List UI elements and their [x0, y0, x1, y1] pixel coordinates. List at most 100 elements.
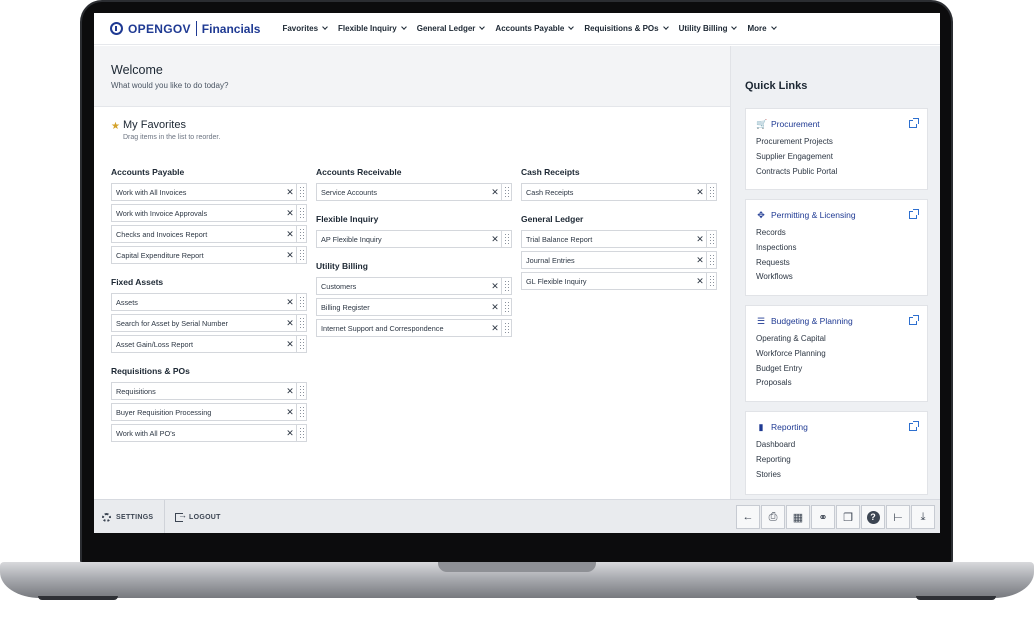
- favorite-item[interactable]: Journal Entries ✕: [521, 251, 717, 269]
- favorite-item[interactable]: Asset Gain/Loss Report ✕: [111, 335, 307, 353]
- drag-handle-icon[interactable]: [296, 184, 306, 200]
- quick-link[interactable]: Proposals: [746, 376, 927, 391]
- nav-item-1[interactable]: Flexible Inquiry: [338, 24, 407, 33]
- remove-favorite-icon[interactable]: ✕: [489, 281, 501, 291]
- cart-icon: 🛒: [756, 119, 768, 129]
- quick-link[interactable]: Contracts Public Portal: [746, 165, 927, 180]
- nav-item-0[interactable]: Favorites: [282, 24, 328, 33]
- drag-handle-icon[interactable]: [296, 315, 306, 331]
- quick-link[interactable]: Operating & Capital: [746, 332, 927, 347]
- quick-link-card-header[interactable]: 🛒 Procurement: [746, 115, 927, 133]
- remove-favorite-icon[interactable]: ✕: [284, 407, 296, 417]
- nav-item-label: Requisitions & POs: [584, 24, 659, 33]
- drag-handle-icon[interactable]: [296, 336, 306, 352]
- drag-handle-icon[interactable]: [501, 231, 511, 247]
- favorite-item[interactable]: Work with All Invoices ✕: [111, 183, 307, 201]
- favorite-item[interactable]: Buyer Requisition Processing ✕: [111, 403, 307, 421]
- favorite-item[interactable]: Assets ✕: [111, 293, 307, 311]
- nav-item-3[interactable]: Accounts Payable: [495, 24, 575, 33]
- drag-handle-icon[interactable]: [296, 404, 306, 420]
- favorite-item[interactable]: GL Flexible Inquiry ✕: [521, 272, 717, 290]
- remove-favorite-icon[interactable]: ✕: [489, 187, 501, 197]
- drag-handle-icon[interactable]: [501, 184, 511, 200]
- copy-button[interactable]: ❐: [836, 505, 860, 529]
- favorite-item[interactable]: Capital Expenditure Report ✕: [111, 246, 307, 264]
- remove-favorite-icon[interactable]: ✕: [284, 250, 296, 260]
- favorite-item[interactable]: Service Accounts ✕: [316, 183, 512, 201]
- remove-favorite-icon[interactable]: ✕: [694, 255, 706, 265]
- remove-favorite-icon[interactable]: ✕: [284, 208, 296, 218]
- nav-item-4[interactable]: Requisitions & POs: [584, 24, 669, 33]
- remove-favorite-icon[interactable]: ✕: [284, 386, 296, 396]
- nav-item-6[interactable]: More: [747, 24, 777, 33]
- drag-handle-icon[interactable]: [296, 247, 306, 263]
- favorite-item[interactable]: Billing Register ✕: [316, 298, 512, 316]
- nav-item-2[interactable]: General Ledger: [417, 24, 486, 33]
- remove-favorite-icon[interactable]: ✕: [694, 187, 706, 197]
- download-button[interactable]: ⤓: [911, 505, 935, 529]
- settings-button[interactable]: SETTINGS: [102, 500, 153, 533]
- favorite-item[interactable]: Cash Receipts ✕: [521, 183, 717, 201]
- quick-link[interactable]: Requests: [746, 256, 927, 271]
- remove-favorite-icon[interactable]: ✕: [284, 318, 296, 328]
- quick-link[interactable]: Dashboard: [746, 438, 927, 453]
- remove-favorite-icon[interactable]: ✕: [284, 229, 296, 239]
- drag-handle-icon[interactable]: [296, 425, 306, 441]
- nav-item-5[interactable]: Utility Billing: [679, 24, 738, 33]
- brand-logo[interactable]: OPENGOV Financials: [110, 21, 260, 36]
- back-button[interactable]: ←: [736, 505, 760, 529]
- drag-handle-icon[interactable]: [296, 205, 306, 221]
- quick-link[interactable]: Reporting: [746, 453, 927, 468]
- favorite-item[interactable]: Checks and Invoices Report ✕: [111, 225, 307, 243]
- quick-link[interactable]: Supplier Engagement: [746, 150, 927, 165]
- quick-link[interactable]: Inspections: [746, 241, 927, 256]
- favorite-item[interactable]: Search for Asset by Serial Number ✕: [111, 314, 307, 332]
- favorite-item[interactable]: Trial Balance Report ✕: [521, 230, 717, 248]
- external-link-icon[interactable]: [909, 209, 919, 219]
- drag-handle-icon[interactable]: [296, 294, 306, 310]
- drag-handle-icon[interactable]: [501, 299, 511, 315]
- quick-link[interactable]: Workflows: [746, 270, 927, 285]
- favorite-item[interactable]: AP Flexible Inquiry ✕: [316, 230, 512, 248]
- quick-link[interactable]: Procurement Projects: [746, 135, 927, 150]
- favorite-item[interactable]: Work with All PO's ✕: [111, 424, 307, 442]
- drag-handle-icon[interactable]: [296, 383, 306, 399]
- favorite-item[interactable]: Customers ✕: [316, 277, 512, 295]
- drag-handle-icon[interactable]: [501, 320, 511, 336]
- settings-label: SETTINGS: [116, 513, 154, 521]
- favorite-item[interactable]: Work with Invoice Approvals ✕: [111, 204, 307, 222]
- remove-favorite-icon[interactable]: ✕: [489, 323, 501, 333]
- drag-handle-icon[interactable]: [501, 278, 511, 294]
- print-button[interactable]: ⎙: [761, 505, 785, 529]
- quick-link-card-header[interactable]: ▮ Reporting: [746, 418, 927, 436]
- remove-favorite-icon[interactable]: ✕: [284, 339, 296, 349]
- drag-handle-icon[interactable]: [706, 184, 716, 200]
- drag-handle-icon[interactable]: [706, 231, 716, 247]
- drag-handle-icon[interactable]: [706, 252, 716, 268]
- binoculars-button[interactable]: ⚭: [811, 505, 835, 529]
- external-link-icon[interactable]: [909, 421, 919, 431]
- favorite-item[interactable]: Internet Support and Correspondence ✕: [316, 319, 512, 337]
- quick-link[interactable]: Records: [746, 226, 927, 241]
- logout-button[interactable]: LOGOUT: [164, 500, 221, 533]
- external-link-icon[interactable]: [909, 315, 919, 325]
- remove-favorite-icon[interactable]: ✕: [489, 234, 501, 244]
- quick-link[interactable]: Stories: [746, 468, 927, 483]
- remove-favorite-icon[interactable]: ✕: [694, 234, 706, 244]
- quick-link[interactable]: Workforce Planning: [746, 347, 927, 362]
- remove-favorite-icon[interactable]: ✕: [694, 276, 706, 286]
- drag-handle-icon[interactable]: [706, 273, 716, 289]
- quick-link-card-header[interactable]: ✥ Permitting & Licensing: [746, 206, 927, 224]
- quick-link[interactable]: Budget Entry: [746, 362, 927, 377]
- drag-handle-icon[interactable]: [296, 226, 306, 242]
- quick-link-card-header[interactable]: ☰ Budgeting & Planning: [746, 312, 927, 330]
- remove-favorite-icon[interactable]: ✕: [284, 187, 296, 197]
- external-link-icon[interactable]: [909, 118, 919, 128]
- favorite-item[interactable]: Requisitions ✕: [111, 382, 307, 400]
- grid-button[interactable]: ▦: [786, 505, 810, 529]
- remove-favorite-icon[interactable]: ✕: [489, 302, 501, 312]
- remove-favorite-icon[interactable]: ✕: [284, 428, 296, 438]
- help-button[interactable]: ?: [861, 505, 885, 529]
- remove-favorite-icon[interactable]: ✕: [284, 297, 296, 307]
- tree-button[interactable]: ⊢: [886, 505, 910, 529]
